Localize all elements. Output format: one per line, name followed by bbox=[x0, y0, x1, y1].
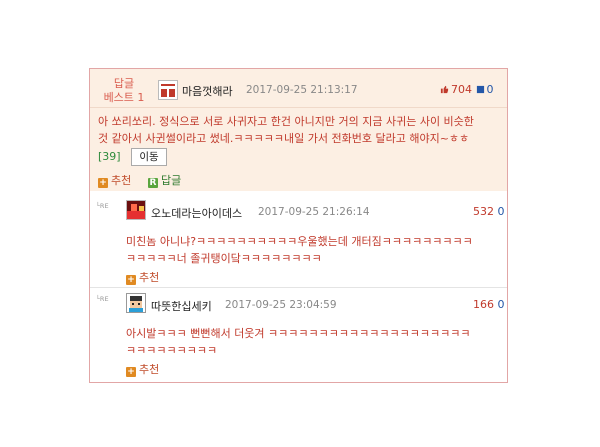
upvote-count: 704 bbox=[451, 83, 472, 96]
timestamp: 2017-09-25 21:13:17 bbox=[246, 84, 358, 96]
divider bbox=[90, 107, 507, 108]
vote-counts: 166 0 bbox=[473, 298, 505, 311]
plus-icon: + bbox=[126, 275, 136, 285]
comment-text-line1: 아시발ㅋㅋㅋ 뻔뻔해서 더웃겨 ㅋㅋㅋㅋㅋㅋㅋㅋㅋㅋㅋㅋㅋㅋㅋㅋㅋㅋㅋㅋ bbox=[126, 327, 471, 340]
avatar[interactable] bbox=[126, 293, 146, 313]
comment-text-line2: ㅋㅋㅋㅋㅋ너 졸귀탱이닼ㅋㅋㅋㅋㅋㅋㅋㅋ bbox=[126, 252, 322, 265]
downvote-count[interactable]: 0 bbox=[498, 205, 505, 218]
comment-text-line1: 아 쏘리쏘리. 정식으로 서로 사귀자고 한건 아니지만 거의 지금 사귀는 사… bbox=[98, 115, 474, 128]
recommend-button[interactable]: + 추천 bbox=[98, 172, 131, 188]
comment-text-line2: ㅋㅋㅋㅋㅋㅋㅋㅋㅋ bbox=[126, 344, 218, 357]
thumbs-up-icon bbox=[440, 85, 449, 94]
thumbs-down-icon bbox=[476, 85, 484, 94]
comment-text: 아시발ㅋㅋㅋ 뻔뻔해서 더웃겨 ㅋㅋㅋㅋㅋㅋㅋㅋㅋㅋㅋㅋㅋㅋㅋㅋㅋㅋㅋㅋ ㅋㅋㅋ… bbox=[126, 325, 470, 359]
reply-button[interactable]: R 답글 bbox=[148, 172, 181, 188]
timestamp: 2017-09-25 21:26:14 bbox=[258, 206, 370, 218]
reply-arrow-icon: └RE bbox=[96, 295, 109, 303]
plus-icon: + bbox=[126, 367, 136, 377]
avatar[interactable] bbox=[158, 80, 178, 100]
best-reply: 답글 베스트 1 마음껏해라 2017-09-25 21:13:17 704 0… bbox=[90, 69, 507, 191]
vote-counts: 532 0 bbox=[473, 205, 505, 218]
comment-panel: 답글 베스트 1 마음껏해라 2017-09-25 21:13:17 704 0… bbox=[89, 68, 508, 383]
nickname[interactable]: 따뜻한십세키 bbox=[151, 298, 212, 314]
reply-arrow-icon: └RE bbox=[96, 202, 109, 210]
recommend-label: 추천 bbox=[139, 271, 160, 284]
best-badge-line1: 답글 bbox=[113, 77, 135, 90]
reply-icon: R bbox=[148, 178, 158, 188]
move-button[interactable]: 이동 bbox=[131, 148, 167, 166]
avatar[interactable] bbox=[126, 200, 146, 220]
comment-text: 미친놈 아니냐?ㅋㅋㅋㅋㅋㅋㅋㅋㅋㅋ우울했는데 개터짐ㅋㅋㅋㅋㅋㅋㅋㅋㅋ ㅋㅋㅋ… bbox=[126, 233, 473, 267]
best-reply-badge: 답글 베스트 1 bbox=[98, 77, 150, 105]
divider bbox=[90, 287, 507, 288]
downvote-count: 0 bbox=[486, 83, 494, 96]
comment-text-line1: 미친놈 아니냐?ㅋㅋㅋㅋㅋㅋㅋㅋㅋㅋ우울했는데 개터짐ㅋㅋㅋㅋㅋㅋㅋㅋㅋ bbox=[126, 235, 473, 248]
comment-text-line2: 것 같아서 사귄썰이라고 썼네.ㅋㅋㅋㅋㅋ내일 가서 전화번호 달라고 해야지~… bbox=[98, 132, 470, 145]
timestamp: 2017-09-25 23:04:59 bbox=[225, 299, 337, 311]
recommend-label: 추천 bbox=[111, 174, 132, 187]
reply-label: 답글 bbox=[161, 174, 182, 187]
comment-text: 아 쏘리쏘리. 정식으로 서로 사귀자고 한건 아니지만 거의 지금 사귀는 사… bbox=[98, 113, 474, 147]
vote-counts: 704 0 bbox=[440, 83, 494, 96]
nickname[interactable]: 오노데라는아이데스 bbox=[151, 205, 242, 221]
reply-count[interactable]: [39] bbox=[98, 150, 121, 163]
upvote-count[interactable]: 166 bbox=[473, 298, 494, 311]
recommend-button[interactable]: + 추천 bbox=[126, 361, 159, 377]
downvote-count[interactable]: 0 bbox=[498, 298, 505, 311]
upvote-button[interactable]: 704 bbox=[440, 83, 472, 96]
upvote-count[interactable]: 532 bbox=[473, 205, 494, 218]
downvote-button[interactable]: 0 bbox=[476, 83, 494, 96]
best-badge-line2: 베스트 1 bbox=[103, 91, 145, 104]
recommend-button[interactable]: + 추천 bbox=[126, 269, 159, 285]
recommend-label: 추천 bbox=[139, 363, 160, 376]
nickname[interactable]: 마음껏해라 bbox=[182, 83, 233, 99]
plus-icon: + bbox=[98, 178, 108, 188]
